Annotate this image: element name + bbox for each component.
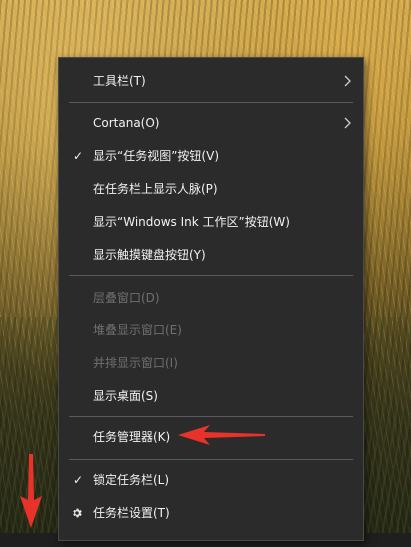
menu-item-lock-taskbar[interactable]: ✓ 锁定任务栏(L) bbox=[59, 464, 363, 496]
annotation-arrow-down bbox=[20, 454, 42, 528]
menu-item-label: 任务管理器(K) bbox=[93, 430, 171, 444]
menu-item-label: 显示“任务视图”按钮(V) bbox=[93, 149, 220, 163]
menu-item-label: 在任务栏上显示人脉(P) bbox=[93, 182, 218, 196]
menu-separator bbox=[69, 459, 353, 460]
menu-item-label: 任务栏设置(T) bbox=[93, 506, 170, 520]
menu-item-show-people[interactable]: 在任务栏上显示人脉(P) bbox=[59, 173, 363, 205]
menu-separator bbox=[69, 102, 353, 103]
menu-item-label: Cortana(O) bbox=[93, 116, 160, 130]
menu-item-taskbar-settings[interactable]: 任务栏设置(T) bbox=[59, 497, 363, 529]
menu-item-show-desktop[interactable]: 显示桌面(S) bbox=[59, 380, 363, 412]
menu-item-label: 工具栏(T) bbox=[93, 74, 146, 88]
menu-separator bbox=[69, 275, 353, 276]
checkmark-icon: ✓ bbox=[72, 473, 84, 487]
menu-item-label: 并排显示窗口(I) bbox=[93, 356, 178, 370]
menu-item-stack-windows: 堆叠显示窗口(E) bbox=[59, 314, 363, 346]
menu-item-toolbars[interactable]: 工具栏(T) bbox=[59, 65, 363, 97]
gear-icon bbox=[73, 508, 82, 518]
menu-item-label: 层叠窗口(D) bbox=[93, 291, 160, 305]
menu-item-cascade-windows: 层叠窗口(D) bbox=[59, 282, 363, 314]
menu-item-show-touch-keyboard[interactable]: 显示触摸键盘按钮(Y) bbox=[59, 239, 363, 271]
menu-item-cortana[interactable]: Cortana(O) bbox=[59, 107, 363, 139]
chevron-right-icon bbox=[344, 75, 351, 87]
menu-item-label: 显示“Windows Ink 工作区”按钮(W) bbox=[93, 215, 290, 229]
menu-item-label: 锁定任务栏(L) bbox=[93, 473, 170, 487]
taskbar-context-menu: 工具栏(T) Cortana(O) ✓ 显示“任务视图”按钮(V) 在任务栏上显… bbox=[58, 57, 364, 541]
menu-item-show-task-view-button[interactable]: ✓ 显示“任务视图”按钮(V) bbox=[59, 140, 363, 172]
menu-item-label: 显示触摸键盘按钮(Y) bbox=[93, 248, 206, 262]
chevron-right-icon bbox=[344, 117, 351, 129]
menu-item-show-windows-ink[interactable]: 显示“Windows Ink 工作区”按钮(W) bbox=[59, 206, 363, 238]
checkmark-icon: ✓ bbox=[72, 149, 84, 163]
menu-item-label: 堆叠显示窗口(E) bbox=[93, 323, 182, 337]
menu-item-side-by-side-windows: 并排显示窗口(I) bbox=[59, 347, 363, 379]
menu-separator bbox=[69, 416, 353, 417]
menu-item-label: 显示桌面(S) bbox=[93, 389, 158, 403]
annotation-arrow-left bbox=[178, 425, 265, 445]
